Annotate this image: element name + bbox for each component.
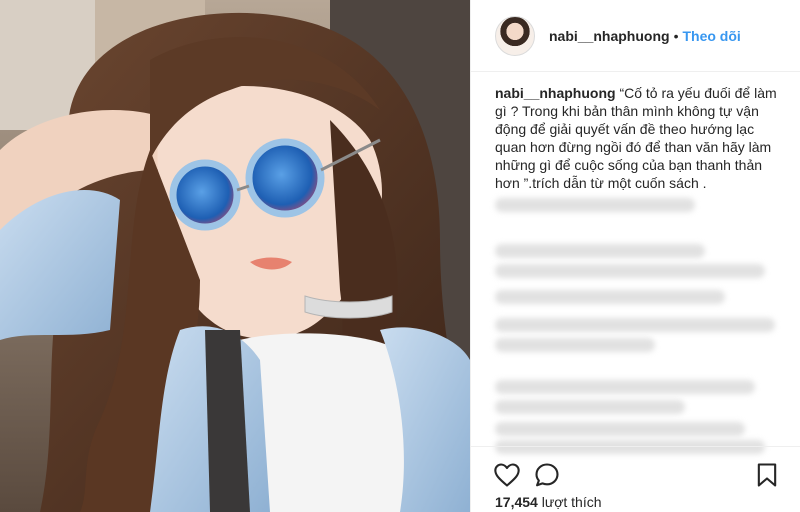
post-sidebar: nabi__nhaphuong • Theo dõi nabi__nhaphuo…	[470, 0, 800, 512]
post-caption: nabi__nhaphuong “Cố tỏ ra yếu đuối để là…	[495, 84, 783, 192]
blurred-comment	[495, 318, 775, 332]
blurred-comment	[495, 380, 755, 394]
post-header: nabi__nhaphuong • Theo dõi	[471, 0, 800, 72]
post-photo[interactable]	[0, 0, 470, 512]
blurred-comment	[495, 338, 655, 352]
comment-icon[interactable]	[533, 461, 561, 489]
blurred-comment	[495, 400, 685, 414]
caption-username[interactable]: nabi__nhaphuong	[495, 85, 616, 101]
selfie-image	[0, 0, 470, 512]
likes-number: 17,454	[495, 494, 538, 510]
blurred-comment	[495, 198, 695, 212]
heart-icon[interactable]	[493, 461, 521, 489]
post-actions: 17,454 lượt thích	[471, 446, 800, 512]
likes-count[interactable]: 17,454 lượt thích	[495, 494, 602, 510]
avatar[interactable]	[495, 15, 535, 56]
bookmark-icon[interactable]	[753, 461, 781, 489]
separator-dot: •	[673, 27, 679, 44]
follow-button[interactable]: Theo dõi	[682, 28, 740, 44]
blurred-comment	[495, 422, 745, 436]
blurred-comment	[495, 244, 705, 258]
blurred-comment	[495, 290, 725, 304]
blurred-comment	[495, 264, 765, 278]
likes-label: lượt thích	[541, 494, 602, 510]
username-link[interactable]: nabi__nhaphuong	[549, 28, 670, 44]
